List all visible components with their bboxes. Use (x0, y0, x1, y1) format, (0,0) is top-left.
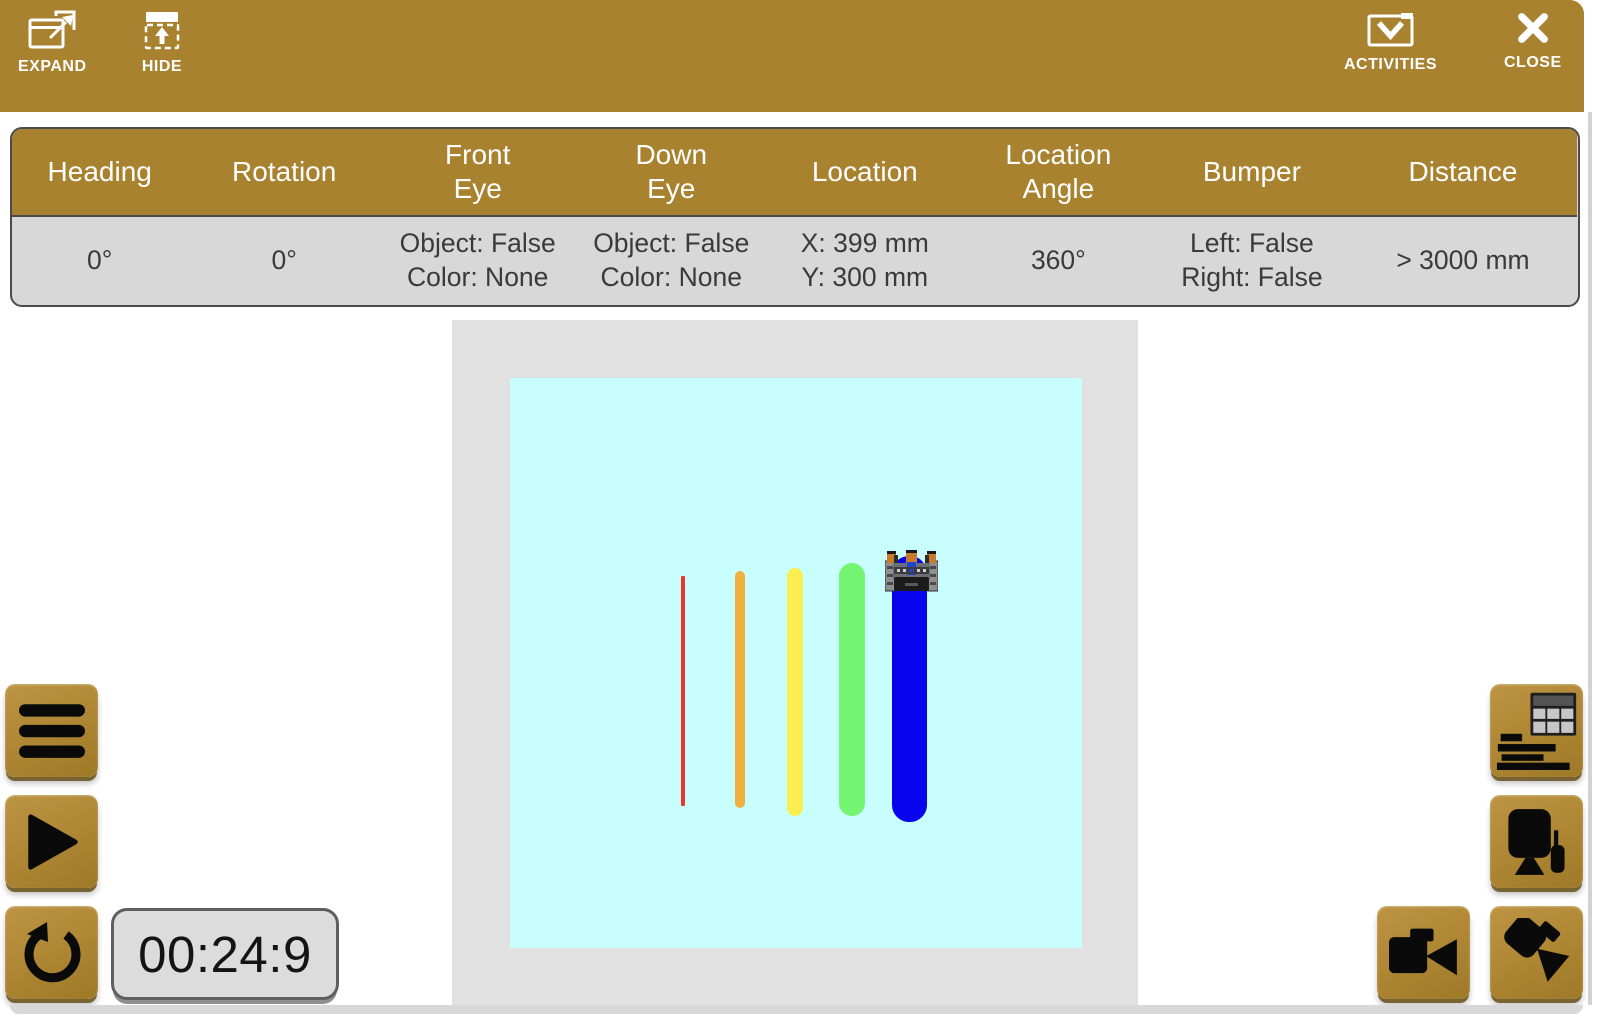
activities-icon (1367, 10, 1415, 48)
value-line: Object: False (593, 227, 749, 261)
menu-button[interactable] (5, 684, 98, 777)
column-header: Distance (1349, 129, 1578, 217)
sensor-column-front-eye: Front Eye Object: False Color: None (381, 129, 575, 305)
play-icon (21, 811, 83, 873)
hide-icon (140, 10, 184, 50)
header-line: Eye (647, 172, 695, 206)
column-value: 0° (187, 217, 381, 305)
timer-value: 00:24:9 (138, 925, 312, 984)
column-header: Location Angle (962, 129, 1156, 217)
column-value: Left: False Right: False (1155, 217, 1349, 305)
sensor-column-distance: Distance > 3000 mm (1349, 129, 1578, 305)
header-line: Rotation (232, 155, 336, 189)
reset-icon (20, 921, 84, 985)
value-line: 0° (87, 244, 112, 278)
play-button[interactable] (5, 795, 98, 888)
reset-button[interactable] (5, 906, 98, 999)
value-line: X: 399 mm (801, 227, 929, 261)
sensor-column-rotation: Rotation 0° (187, 129, 381, 305)
header-line: Distance (1409, 155, 1518, 189)
value-line: Object: False (400, 227, 556, 261)
video-camera-icon (1389, 926, 1459, 980)
red-line (681, 576, 685, 806)
value-line: Right: False (1181, 261, 1322, 295)
value-line: Color: None (407, 261, 548, 295)
column-header: Down Eye (574, 129, 768, 217)
yellow-line (787, 568, 803, 816)
value-line: Left: False (1190, 227, 1314, 261)
value-line: Color: None (601, 261, 742, 295)
header-line: Front (445, 138, 510, 172)
monitor-pen-icon (1502, 807, 1572, 877)
green-line (839, 563, 865, 816)
data-table-icon (1496, 692, 1578, 770)
column-header: Location (768, 129, 962, 217)
activities-button[interactable]: ACTIVITIES (1344, 10, 1437, 74)
robot-simulator-window: EXPAND HIDE ACTIVITIES (0, 0, 1598, 1018)
column-value: X: 399 mm Y: 300 mm (768, 217, 962, 305)
expand-icon (28, 10, 76, 50)
monitor-pen-button[interactable] (1490, 795, 1583, 888)
column-value: 360° (962, 217, 1156, 305)
sensor-column-location: Location X: 399 mm Y: 300 mm (768, 129, 962, 305)
column-value: Object: False Color: None (381, 217, 575, 305)
value-line: 360° (1031, 244, 1086, 278)
value-line: Y: 300 mm (801, 261, 928, 295)
scrollbar-track[interactable] (1588, 112, 1592, 1005)
expand-button[interactable]: EXPAND (18, 10, 87, 76)
hide-button[interactable]: HIDE (140, 10, 184, 76)
tilted-camera-icon (1499, 918, 1575, 988)
activities-label: ACTIVITIES (1344, 56, 1437, 74)
blue-line (892, 556, 927, 822)
header-line: Location (1005, 138, 1111, 172)
expand-label: EXPAND (18, 58, 87, 76)
header-line: Location (812, 155, 918, 189)
sensor-column-bumper: Bumper Left: False Right: False (1155, 129, 1349, 305)
video-camera-button[interactable] (1377, 906, 1470, 999)
tilted-camera-button[interactable] (1490, 906, 1583, 999)
column-header: Heading (12, 129, 187, 217)
data-table-button[interactable] (1490, 684, 1583, 777)
column-header: Rotation (187, 129, 381, 217)
close-label: CLOSE (1504, 54, 1562, 72)
hide-label: HIDE (142, 58, 182, 76)
close-button[interactable]: CLOSE (1504, 10, 1562, 72)
panel-bottom-edge (10, 1005, 1583, 1014)
column-header: Front Eye (381, 129, 575, 217)
sensor-column-down-eye: Down Eye Object: False Color: None (574, 129, 768, 305)
column-value: 0° (12, 217, 187, 305)
column-header: Bumper (1155, 129, 1349, 217)
robot-sprite[interactable] (885, 550, 938, 593)
header-line: Down (635, 138, 707, 172)
value-line: > 3000 mm (1396, 244, 1529, 278)
orange-line (735, 571, 745, 808)
column-value: Object: False Color: None (574, 217, 768, 305)
sensor-column-heading: Heading 0° (12, 129, 187, 305)
header-line: Angle (1023, 172, 1095, 206)
close-icon (1515, 10, 1551, 46)
sensor-table: Heading 0° Rotation 0° Front Eye (10, 127, 1580, 307)
column-value: > 3000 mm (1349, 217, 1578, 305)
value-line: 0° (271, 244, 296, 278)
header-line: Bumper (1203, 155, 1301, 189)
sensor-column-location-angle: Location Angle 360° (962, 129, 1156, 305)
header-line: Heading (48, 155, 152, 189)
topbar: EXPAND HIDE ACTIVITIES (0, 0, 1584, 112)
header-line: Eye (454, 172, 502, 206)
menu-icon (19, 702, 85, 760)
timer-display: 00:24:9 (111, 908, 339, 1000)
